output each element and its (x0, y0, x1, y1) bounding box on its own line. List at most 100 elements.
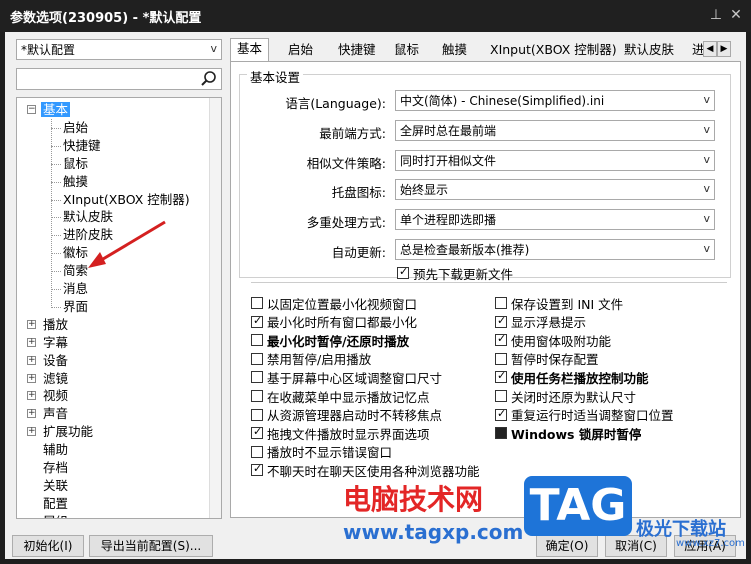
tree-item-child[interactable]: 界面 (63, 298, 88, 316)
option-checkbox[interactable]: 拖拽文件播放时显示界面选项 (251, 424, 430, 442)
checkbox-box[interactable] (251, 462, 263, 477)
tree-item-child[interactable]: 徽标 (63, 244, 88, 262)
close-icon[interactable]: ✕ (727, 7, 745, 23)
tab-4[interactable]: 触摸 (436, 40, 473, 62)
tree-item-group[interactable]: 扩展功能 (43, 423, 93, 441)
expand-icon[interactable]: + (27, 409, 36, 419)
expand-icon[interactable]: + (27, 355, 36, 365)
tree-scrollbar[interactable] (209, 98, 221, 518)
option-checkbox[interactable]: 关闭时还原为默认尺寸 (495, 387, 636, 405)
tree-item-child[interactable]: 鼠标 (63, 155, 88, 173)
option-checkbox[interactable]: 显示浮悬提示 (495, 313, 586, 331)
tree-item-child[interactable]: 触摸 (63, 173, 88, 191)
tree-item-group[interactable]: 声音 (43, 405, 68, 423)
setting-select[interactable]: 同时打开相似文件 v (395, 150, 715, 171)
tree-item-group[interactable]: 播放 (43, 316, 68, 334)
checkbox-box[interactable] (251, 390, 263, 402)
tree-item-leaf[interactable]: 属组 (43, 513, 68, 518)
checkbox-box[interactable] (495, 369, 507, 384)
checkbox-box[interactable] (251, 297, 263, 309)
tab-1[interactable]: 启始 (282, 40, 319, 62)
option-checkbox[interactable]: 保存设置到 INI 文件 (495, 294, 623, 312)
tab-0[interactable]: 基本 (230, 38, 270, 62)
checkbox-box[interactable] (495, 407, 507, 421)
predownload-checkbox[interactable]: 预先下载更新文件 (397, 264, 513, 282)
tree-item-group[interactable]: 视频 (43, 387, 68, 405)
option-checkbox[interactable]: 使用窗体吸附功能 (495, 331, 611, 349)
tree-item-group[interactable]: 设备 (43, 352, 68, 370)
tree-item-child[interactable]: XInput(XBOX 控制器) (63, 191, 190, 209)
option-checkbox[interactable]: 基于屏幕中心区域调整窗口尺寸 (251, 368, 442, 386)
init-button[interactable]: 初始化(I) (12, 535, 84, 557)
expand-icon[interactable]: + (27, 427, 36, 437)
setting-value: 同时打开相似文件 (400, 154, 497, 168)
checkbox-box[interactable] (495, 297, 507, 309)
tab-5[interactable]: XInput(XBOX 控制器) (484, 40, 623, 62)
checkbox-box[interactable] (251, 334, 263, 347)
tree-item-child[interactable]: 简索 (63, 262, 88, 280)
checkbox-label: 使用窗体吸附功能 (511, 333, 612, 349)
tree-connector (51, 118, 52, 308)
option-checkbox[interactable]: 在收藏菜单中显示播放记忆点 (251, 387, 430, 405)
checkbox-box[interactable] (495, 427, 507, 440)
tab-2[interactable]: 快捷键 (332, 40, 382, 62)
option-checkbox[interactable]: 最小化时暂停/还原时播放 (251, 331, 409, 349)
tab-3[interactable]: 鼠标 (388, 40, 425, 62)
setting-select[interactable]: 总是检查最新版本(推荐) v (395, 239, 715, 260)
tree-item-child[interactable]: 进阶皮肤 (63, 226, 113, 244)
option-checkbox[interactable]: 重复运行时适当调整窗口位置 (495, 406, 674, 424)
tree-item-child[interactable]: 快捷键 (63, 137, 101, 155)
tab-6[interactable]: 默认皮肤 (618, 40, 680, 62)
search-input[interactable] (16, 68, 222, 90)
setting-select[interactable]: 全屏时总在最前端 v (395, 120, 715, 141)
checkbox-box[interactable] (251, 408, 263, 421)
ok-button[interactable]: 确定(O) (536, 535, 598, 557)
checkbox-box[interactable] (495, 390, 507, 402)
export-button[interactable]: 导出当前配置(S)... (89, 535, 213, 557)
tree-item-leaf[interactable]: 辅助 (43, 441, 68, 459)
tree-item-group[interactable]: 字幕 (43, 334, 68, 352)
option-checkbox[interactable]: 不聊天时在聊天区使用各种浏览器功能 (251, 461, 480, 479)
option-checkbox[interactable]: 暂停时保存配置 (495, 350, 599, 368)
tree-connector (51, 253, 61, 255)
collapse-icon[interactable]: − (27, 105, 36, 114)
option-checkbox[interactable]: 禁用暂停/启用播放 (251, 350, 371, 368)
tree-item-child[interactable]: 消息 (63, 280, 88, 298)
tree-item-child[interactable]: 默认皮肤 (63, 208, 113, 226)
option-checkbox[interactable]: 以固定位置最小化视频窗口 (251, 294, 417, 312)
tree-item-leaf[interactable]: 配置 (43, 495, 68, 513)
setting-select[interactable]: 单个进程即选即播 v (395, 209, 715, 230)
checkbox-box[interactable] (495, 332, 507, 347)
checkbox-box[interactable] (251, 425, 263, 440)
tab-scroll-right-icon[interactable]: ▶ (717, 41, 731, 57)
chevron-down-icon: v (703, 212, 710, 225)
search-icon[interactable] (200, 70, 218, 88)
setting-select[interactable]: 中文(简体) - Chinese(Simplified).ini v (395, 90, 715, 111)
tree-item-leaf[interactable]: 存档 (43, 459, 68, 477)
checkbox-box[interactable] (251, 371, 263, 384)
checkbox-box[interactable] (495, 314, 507, 328)
expand-icon[interactable]: + (27, 373, 36, 383)
expand-icon[interactable]: + (27, 391, 36, 401)
option-checkbox[interactable]: Windows 锁屏时暂停 (495, 424, 641, 442)
checkbox-box[interactable] (251, 314, 263, 328)
checkbox-box[interactable] (251, 445, 263, 458)
tree-item-group[interactable]: 滤镜 (43, 370, 68, 388)
option-checkbox[interactable]: 最小化时所有窗口都最小化 (251, 313, 417, 331)
tab-scroll-left-icon[interactable]: ◀ (703, 41, 717, 57)
settings-tree[interactable]: − 基本 启始 快捷键 鼠标 触摸 XInput(XBOX 控制器) 默认皮肤 进阶皮肤 徽标 简索… (16, 97, 222, 519)
tree-item-basic[interactable]: 基本 (41, 101, 71, 119)
option-checkbox[interactable]: 从资源管理器启动时不转移焦点 (251, 406, 442, 424)
expand-icon[interactable]: + (27, 337, 36, 347)
tree-item-leaf[interactable]: 关联 (43, 477, 68, 495)
pin-icon[interactable]: ⊥ (707, 7, 725, 23)
setting-select[interactable]: 始终显示 v (395, 179, 715, 200)
tree-item-child[interactable]: 启始 (63, 119, 88, 137)
expand-icon[interactable]: + (27, 319, 36, 329)
option-checkbox[interactable]: 使用任务栏播放控制功能 (495, 368, 649, 386)
checkbox-box[interactable] (495, 352, 507, 365)
checkbox-box[interactable] (251, 352, 263, 365)
checkbox-box[interactable] (397, 265, 409, 279)
option-checkbox[interactable]: 播放时不显示错误窗口 (251, 443, 392, 461)
profile-select[interactable]: *默认配置 v (16, 39, 222, 60)
